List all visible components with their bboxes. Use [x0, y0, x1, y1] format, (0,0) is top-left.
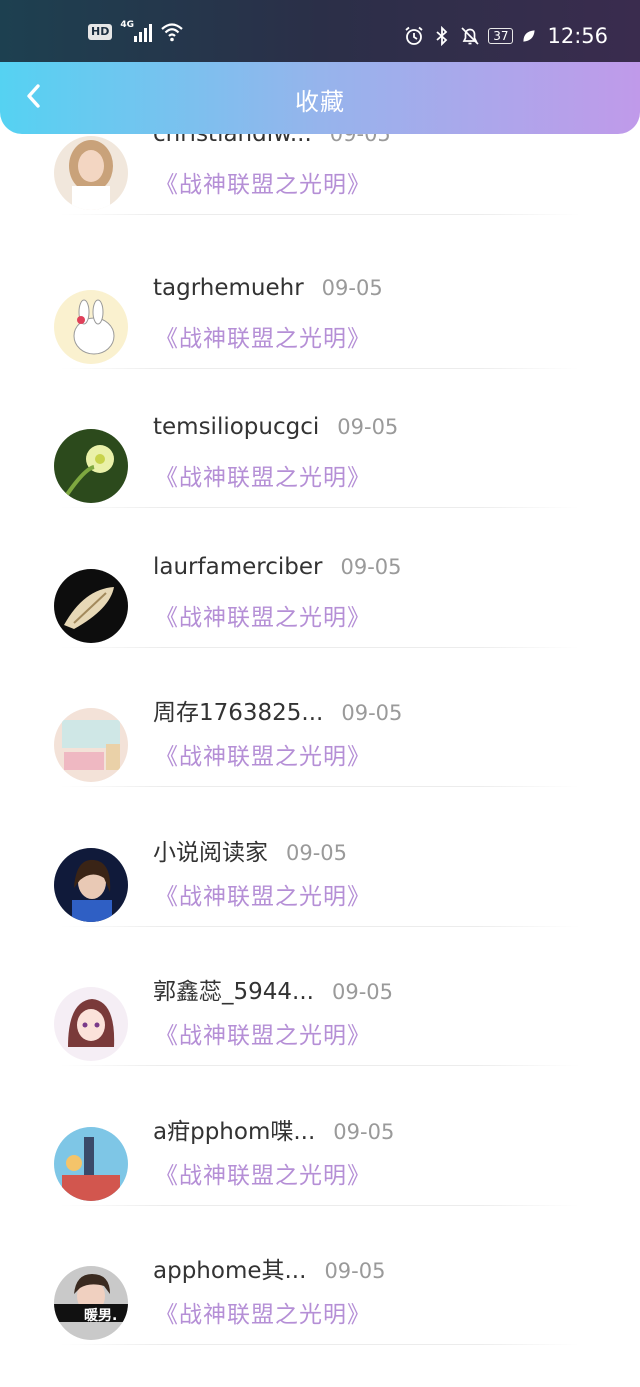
avatar — [54, 568, 128, 643]
username: tagrhemuehr — [153, 274, 304, 301]
book-title[interactable]: 《战神联盟之光明》 — [155, 1156, 371, 1190]
username: apphome其... — [153, 1258, 307, 1284]
date: 09-05 — [321, 275, 383, 300]
avatar — [54, 289, 128, 364]
status-left: HD 4G — [88, 20, 184, 42]
hd-badge: HD — [88, 24, 113, 40]
divider — [60, 214, 580, 215]
avatar — [54, 429, 128, 503]
status-bar: HD 4G 37 12:56 — [0, 0, 640, 62]
username: 周存1763825... — [153, 700, 324, 726]
wifi-icon — [161, 23, 184, 42]
date: 09-05 — [331, 980, 393, 1004]
avatar: 暖男. — [54, 1266, 128, 1340]
book-title[interactable]: 《战神联盟之光明》 — [155, 319, 371, 353]
item-meta: temsiliopucgci 09-05 — [153, 414, 398, 440]
list-item[interactable]: 郭鑫蕊_5944... 09-05 《战神联盟之光明》 — [0, 917, 640, 1066]
list-item[interactable]: a疳pphom喋... 09-05 《战神联盟之光明》 — [0, 1057, 640, 1206]
status-right: 37 12:56 — [404, 24, 608, 48]
bluetooth-icon — [436, 26, 448, 46]
list-item[interactable]: laurfamerciber 09-05 《战神联盟之光明》 — [0, 499, 640, 648]
book-title[interactable]: 《战神联盟之光明》 — [155, 737, 371, 771]
book-title[interactable]: 《战神联盟之光明》 — [155, 458, 371, 492]
list-item[interactable]: 周存1763825... 09-05 《战神联盟之光明》 — [0, 638, 640, 787]
username: a疳pphom喋... — [153, 1118, 316, 1145]
list-item[interactable]: tagrhemuehr 09-05 《战神联盟之光明》 — [0, 220, 640, 369]
item-meta: 周存1763825... 09-05 — [153, 693, 402, 727]
mute-icon — [461, 27, 479, 45]
divider — [60, 1344, 580, 1345]
avatar-image — [54, 1266, 128, 1340]
signal-icon: 4G — [120, 20, 153, 42]
date: 09-05 — [333, 1119, 395, 1144]
item-meta: 小说阅读家 09-05 — [153, 833, 347, 867]
page-title: 收藏 — [295, 88, 345, 116]
book-title[interactable]: 《战神联盟之光明》 — [155, 1016, 371, 1050]
item-meta: a疳pphom喋... 09-05 — [153, 1112, 394, 1146]
book-title[interactable]: 《战神联盟之光明》 — [155, 1295, 371, 1329]
date: 09-05 — [337, 415, 399, 439]
date: 09-05 — [324, 1259, 386, 1283]
book-title[interactable]: 《战神联盟之光明》 — [155, 165, 371, 199]
username: 小说阅读家 — [153, 839, 268, 866]
username: temsiliopucgci — [153, 414, 320, 440]
leaf-icon — [523, 30, 536, 42]
list-item[interactable]: 暖男. apphome其... 09-05 《战神联盟之光明》 — [0, 1196, 640, 1345]
network-type: 4G — [120, 20, 134, 30]
avatar — [54, 1126, 128, 1201]
username: 郭鑫蕊_5944... — [153, 979, 314, 1005]
list-item[interactable]: 小说阅读家 09-05 《战神联盟之光明》 — [0, 778, 640, 927]
date: 09-05 — [340, 554, 402, 579]
date: 09-05 — [286, 840, 348, 865]
battery-indicator: 37 — [488, 28, 514, 44]
date: 09-05 — [341, 701, 403, 725]
favorites-list: christiandiw... 09-05 《战神联盟之光明》 tagrhemu… — [0, 80, 640, 1345]
item-meta: apphome其... 09-05 — [153, 1251, 385, 1285]
alarm-icon — [405, 26, 423, 45]
list-item[interactable]: temsiliopucgci 09-05 《战神联盟之光明》 — [0, 359, 640, 508]
avatar — [54, 136, 128, 210]
avatar-overlay-text: 暖男. — [84, 1308, 118, 1324]
username: laurfamerciber — [153, 553, 323, 580]
item-meta: tagrhemuehr 09-05 — [153, 275, 383, 301]
item-meta: laurfamerciber 09-05 — [153, 554, 402, 580]
item-meta: 郭鑫蕊_5944... 09-05 — [153, 972, 393, 1006]
clock: 12:56 — [547, 24, 608, 48]
header-bar: 收藏 — [0, 62, 640, 134]
book-title[interactable]: 《战神联盟之光明》 — [155, 598, 371, 632]
avatar — [54, 847, 128, 922]
book-title[interactable]: 《战神联盟之光明》 — [155, 877, 371, 911]
avatar — [54, 708, 128, 782]
avatar — [54, 987, 128, 1061]
